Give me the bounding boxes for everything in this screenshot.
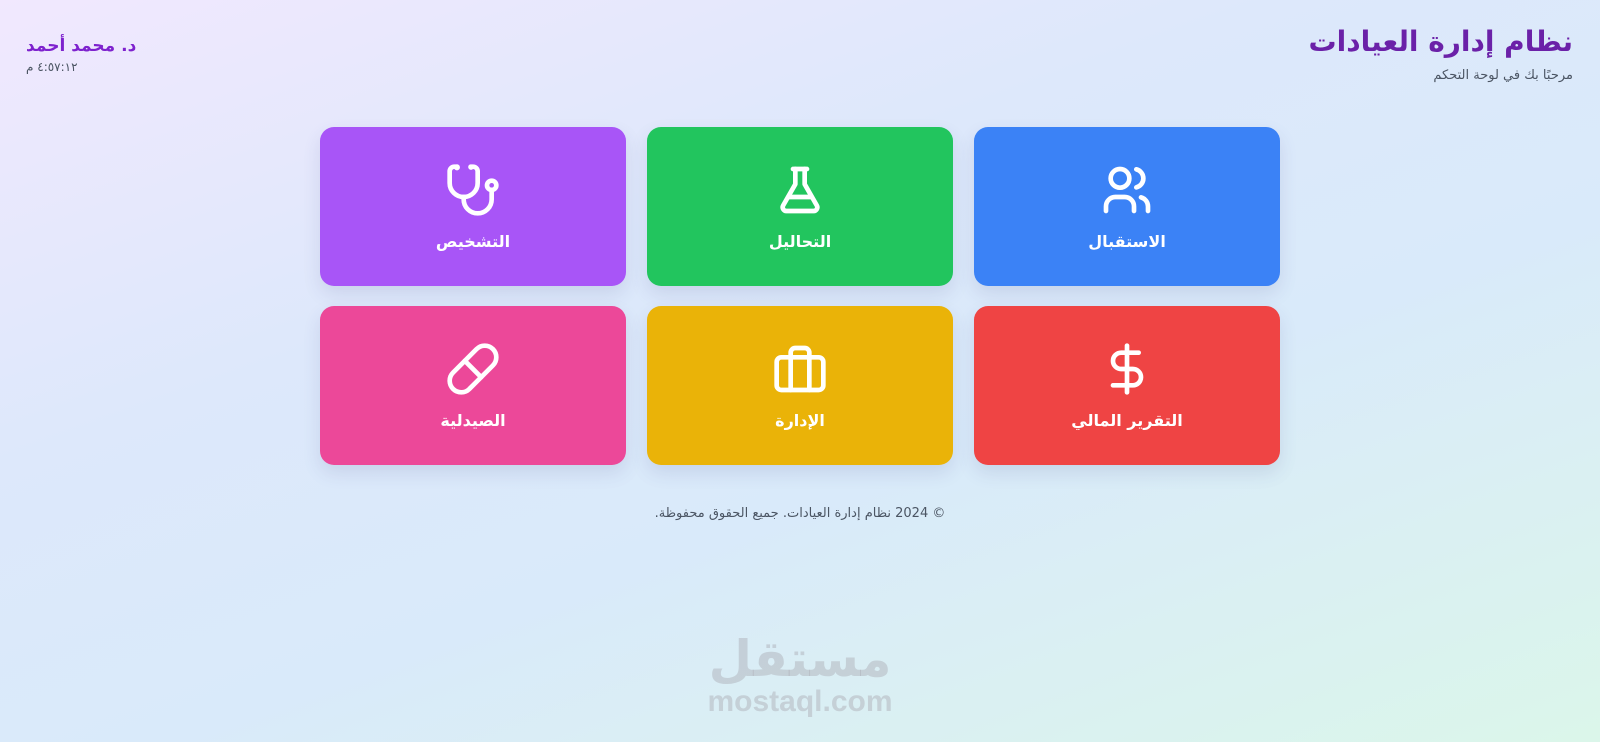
card-lab-tests[interactable]: التحاليل bbox=[647, 127, 953, 286]
watermark-logo: مستقل mostaql.com bbox=[700, 632, 900, 718]
card-reception[interactable]: الاستقبال bbox=[974, 127, 1280, 286]
watermark-arabic: مستقل bbox=[708, 630, 892, 688]
user-info: د. محمد أحمد ٤:٥٧:١٢ م bbox=[26, 34, 136, 74]
current-time: ٤:٥٧:١٢ م bbox=[26, 60, 78, 74]
card-label: الاستقبال bbox=[1088, 232, 1166, 251]
page-title: نظام إدارة العيادات bbox=[1308, 25, 1574, 58]
card-label: التقرير المالي bbox=[1071, 411, 1183, 430]
briefcase-icon bbox=[772, 341, 828, 397]
card-diagnosis[interactable]: التشخيص bbox=[320, 127, 626, 286]
stethoscope-icon bbox=[445, 162, 501, 218]
card-label: التحاليل bbox=[768, 232, 832, 251]
module-grid: الاستقبال التحاليل التشخيص التقرير المال… bbox=[320, 127, 1280, 465]
user-name: د. محمد أحمد bbox=[26, 36, 137, 56]
card-financial-report[interactable]: التقرير المالي bbox=[974, 306, 1280, 465]
card-label: الإدارة bbox=[775, 411, 825, 430]
card-label: الصيدلية bbox=[440, 411, 506, 430]
pill-icon bbox=[445, 341, 501, 397]
card-label: التشخيص bbox=[435, 232, 511, 251]
dollar-icon bbox=[1099, 341, 1155, 397]
watermark-latin: mostaql.com bbox=[707, 685, 893, 718]
card-administration[interactable]: الإدارة bbox=[647, 306, 953, 465]
flask-icon bbox=[772, 162, 828, 218]
card-pharmacy[interactable]: الصيدلية bbox=[320, 306, 626, 465]
header: نظام إدارة العيادات مرحبًا بك في لوحة ال… bbox=[0, 0, 1600, 110]
welcome-text: مرحبًا بك في لوحة التحكم bbox=[1433, 68, 1573, 83]
title-block: نظام إدارة العيادات مرحبًا بك في لوحة ال… bbox=[1309, 22, 1574, 83]
footer-copyright: © 2024 نظام إدارة العيادات. جميع الحقوق … bbox=[654, 506, 946, 521]
users-icon bbox=[1099, 162, 1155, 218]
